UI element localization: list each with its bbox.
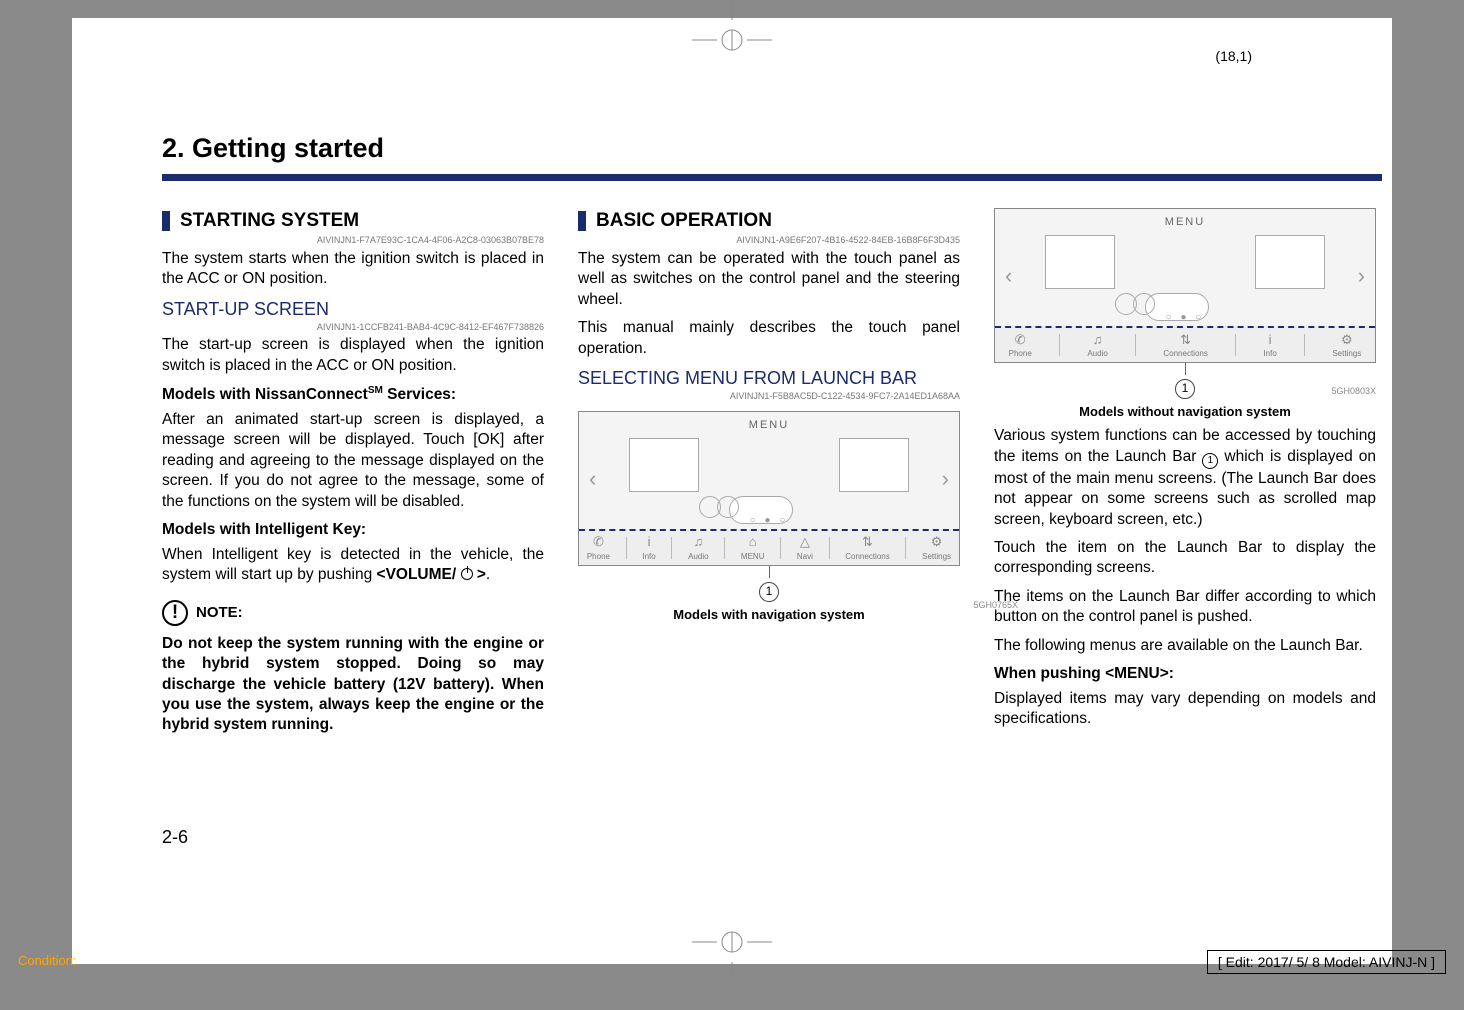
figure-no-nav-menu: MENU ‹ › ○ ● ○ ✆Phone ♫Audio ⇅Connections i…: [994, 208, 1376, 363]
ref-code: AIVINJN1-1CCFB241-BAB4-4C9C-8412-EF467F7…: [162, 322, 544, 334]
paragraph: Touch the item on the Launch Bar to disp…: [994, 538, 1376, 579]
paragraph: The start-up screen is displayed when th…: [162, 335, 544, 376]
figure-code: 5GH0803X: [1331, 386, 1376, 398]
launch-bar-item: △Navi: [797, 533, 813, 562]
pager-dots-icon: ○ ● ○: [1166, 311, 1205, 324]
chevron-left-icon: ‹: [1005, 261, 1012, 290]
callout-ref-icon: 1: [1202, 453, 1218, 469]
power-icon: [461, 568, 473, 580]
page-coordinate: (18,1): [1215, 48, 1252, 64]
paragraph: Various system functions can be accessed…: [994, 426, 1376, 530]
chevron-right-icon: ›: [1358, 261, 1365, 290]
model-heading: Models with NissanConnectSM Services:: [162, 384, 544, 406]
section-accent-bar: [578, 211, 586, 231]
paragraph: The system starts when the ignition swit…: [162, 249, 544, 290]
launch-bar-item: ⚙Settings: [1332, 331, 1361, 360]
paragraph: The items on the Launch Bar differ accor…: [994, 587, 1376, 628]
note-alert-icon: !: [162, 600, 188, 626]
footer-edit-info: [ Edit: 2017/ 5/ 8 Model: AIVINJ-N ]: [1207, 950, 1446, 974]
note-label: NOTE:: [196, 603, 243, 623]
callout-number: 1: [1175, 379, 1195, 399]
launch-bar-item: ⚙Settings: [922, 533, 951, 562]
ref-code: AIVINJN1-A9E6F207-4B16-4522-84EB-16B8F6F…: [578, 235, 960, 247]
crop-mark-bottom-icon: [692, 922, 772, 982]
paragraph: The following menus are available on the…: [994, 636, 1376, 656]
paragraph: This manual mainly describes the touch p…: [578, 318, 960, 359]
launch-bar-item: ⌂MENU: [741, 533, 765, 562]
launch-bar-item: ⇅Connections: [1163, 331, 1207, 360]
column-3: MENU ‹ › ○ ● ○ ✆Phone ♫Audio ⇅Connections i…: [994, 208, 1376, 738]
paragraph: After an animated start-up screen is dis…: [162, 410, 544, 512]
callout-number: 1: [759, 582, 779, 602]
column-1: STARTING SYSTEM AIVINJN1-F7A7E93C-1CA4-4…: [162, 208, 544, 738]
launch-bar-item: ✆Phone: [1009, 331, 1032, 360]
crop-mark-top-icon: [692, 0, 772, 60]
page-number: 2-6: [162, 827, 188, 848]
figure-menu-label: MENU: [1165, 215, 1205, 230]
note-body: Do not keep the system running with the …: [162, 634, 544, 736]
launch-bar-item: ⇅Connections: [845, 533, 889, 562]
figure-nav-menu: MENU ‹ › ○ ● ○ ✆Phone iInfo ♫Audio ⌂MENU △Na…: [578, 411, 960, 566]
footer-condition: Condition:: [18, 953, 77, 968]
section-title: STARTING SYSTEM: [180, 208, 359, 233]
launch-bar-item: ♫Audio: [1087, 331, 1107, 360]
section-accent-bar: [162, 211, 170, 231]
pager-dots-icon: ○ ● ○: [750, 514, 789, 527]
launch-bar-item: iInfo: [642, 533, 655, 562]
figure-caption: Models with navigation system: [578, 606, 960, 623]
model-heading: Models with Intelligent Key:: [162, 520, 544, 540]
chevron-right-icon: ›: [942, 464, 949, 493]
launch-bar-item: ♫Audio: [688, 533, 708, 562]
column-2: BASIC OPERATION AIVINJN1-A9E6F207-4B16-4…: [578, 208, 960, 738]
paragraph: Displayed items may vary depending on mo…: [994, 689, 1376, 730]
chevron-left-icon: ‹: [589, 464, 596, 493]
launch-bar-item: ✆Phone: [587, 533, 610, 562]
ref-code: AIVINJN1-F5B8AC5D-C122-4534-9FC7-2A14ED1…: [578, 391, 960, 403]
document-page: (18,1) 2. Getting started STARTING SYSTE…: [72, 18, 1392, 964]
figure-menu-label: MENU: [749, 418, 789, 433]
launch-bar-item: iInfo: [1263, 331, 1276, 360]
chapter-rule: [162, 174, 1382, 181]
ref-code: AIVINJN1-F7A7E93C-1CA4-4F06-A2C8-03063B0…: [162, 235, 544, 247]
section-title: BASIC OPERATION: [596, 208, 772, 233]
figure-caption: Models without navigation system: [994, 403, 1376, 420]
paragraph: The system can be operated with the touc…: [578, 249, 960, 310]
paragraph: When Intelligent key is detected in the …: [162, 545, 544, 586]
chapter-heading: 2. Getting started: [162, 133, 384, 164]
content-columns: STARTING SYSTEM AIVINJN1-F7A7E93C-1CA4-4…: [162, 208, 1378, 738]
sub-heading: SELECTING MENU FROM LAUNCH BAR: [578, 367, 960, 391]
bold-heading: When pushing <MENU>:: [994, 664, 1376, 684]
sub-heading: START-UP SCREEN: [162, 298, 544, 322]
